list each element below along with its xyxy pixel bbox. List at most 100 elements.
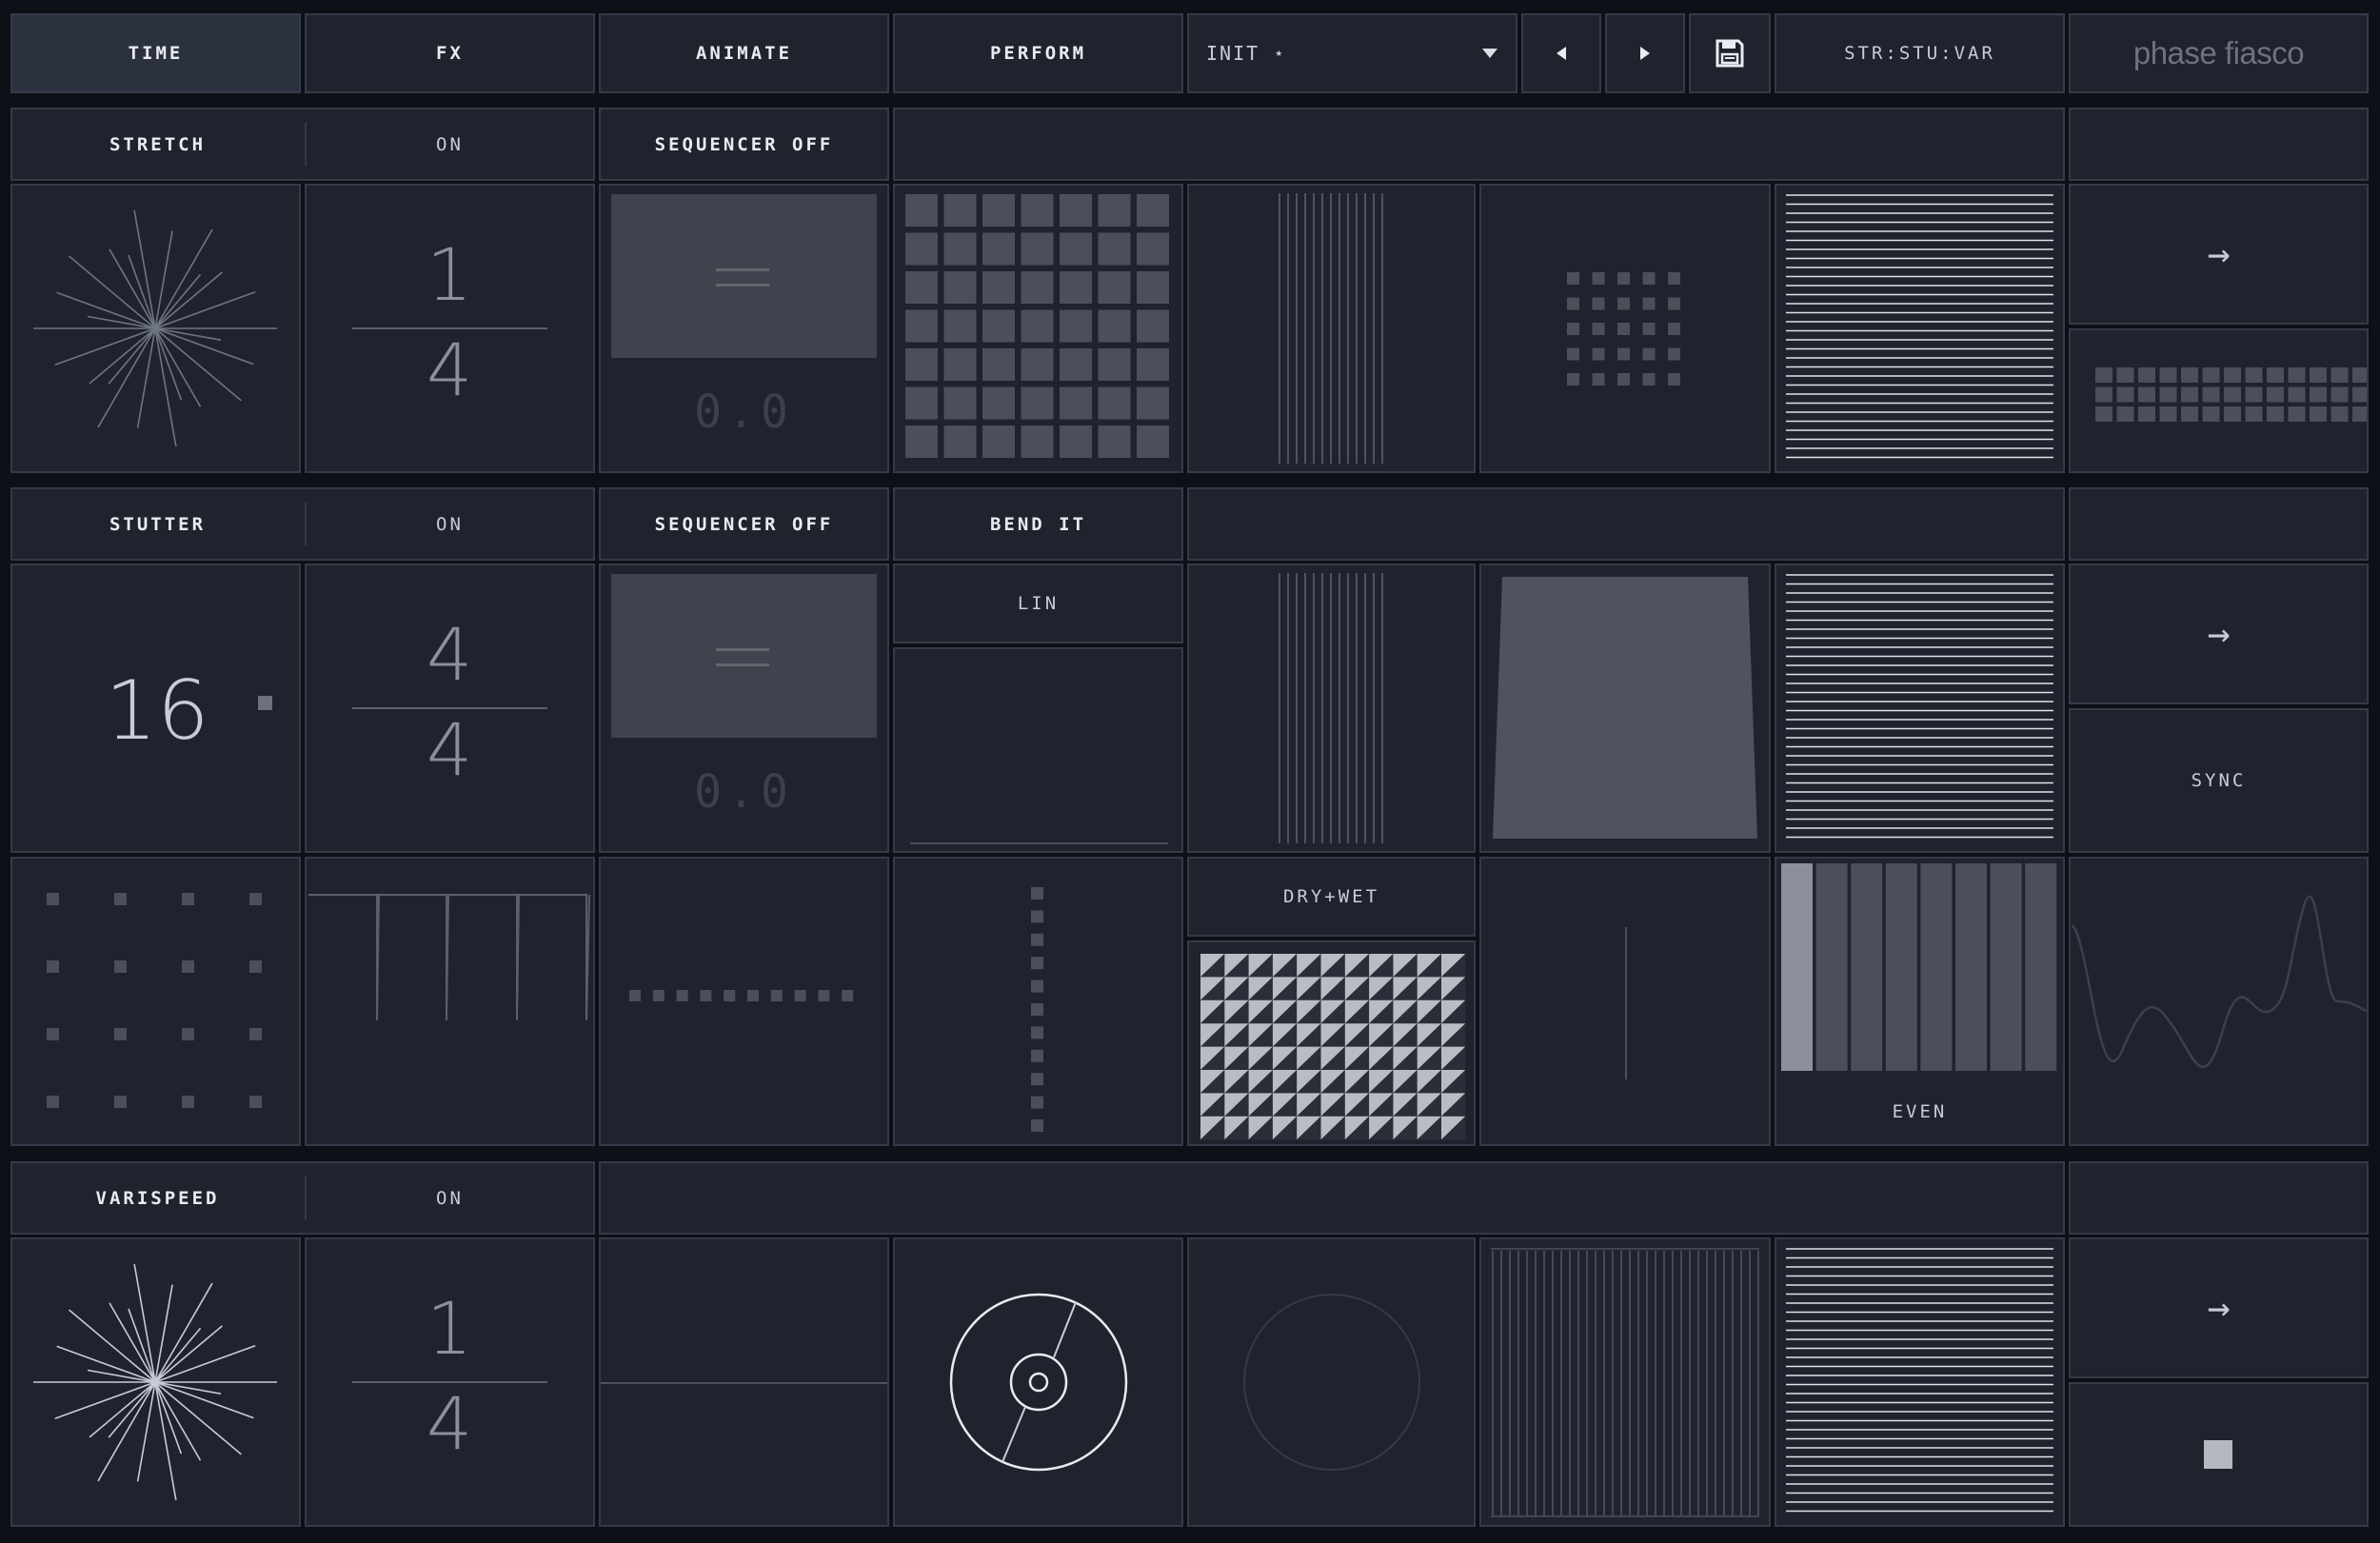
stutter-header-spacer [1187, 487, 2065, 561]
preset-name: INIT ⋆ [1206, 42, 1287, 65]
fraction-denominator: 4 [426, 707, 472, 792]
stutter-toggle[interactable]: ON [307, 489, 593, 559]
mini-step-grid [2095, 367, 2367, 422]
circle-outline-icon [1243, 1294, 1420, 1471]
seq-value-box[interactable] [611, 194, 877, 358]
varispeed-vertical-lines[interactable] [1479, 1237, 1771, 1527]
speed-line [601, 1382, 887, 1384]
stretch-fraction[interactable]: 1 4 [305, 184, 595, 473]
curve-line [910, 842, 1168, 844]
horizontal-lines-visual [1786, 194, 2053, 459]
varispeed-horizontal-lines[interactable] [1775, 1237, 2065, 1527]
stretch-sequencer-pad[interactable]: 0.0 [599, 184, 889, 473]
fraction-display: 1 4 [352, 232, 547, 412]
stutter-label: STUTTER [109, 513, 207, 535]
envelope-wave [308, 894, 590, 1021]
equals-line [716, 663, 769, 666]
horizontal-lines-visual [1786, 574, 2053, 839]
stutter-header: STUTTER ON [10, 487, 595, 561]
tab-time[interactable]: TIME [10, 13, 301, 93]
stutter-header-end [2069, 487, 2369, 561]
varispeed-line[interactable] [599, 1237, 889, 1527]
bend-curve-display[interactable] [893, 647, 1183, 853]
dry-wet-pattern[interactable] [1187, 940, 1476, 1146]
stutter-sequencer-button[interactable]: SEQUENCER OFF [599, 487, 889, 561]
fraction-numerator: 4 [426, 612, 472, 697]
stretch-horizontal-lines[interactable] [1775, 184, 2065, 473]
count-display: 16 [105, 663, 272, 759]
stutter-horizontal-lines[interactable] [1775, 564, 2065, 853]
stretch-arrow-button[interactable]: → [2069, 184, 2369, 325]
sync-button[interactable]: SYNC [2069, 708, 2369, 853]
varispeed-fraction[interactable]: 1 4 [305, 1237, 595, 1527]
fraction-denominator: 4 [426, 327, 472, 412]
count-value: 16 [105, 663, 208, 759]
horizontal-dot-row [629, 990, 854, 1001]
mode-readout[interactable]: STR:STU:VAR [1775, 13, 2065, 93]
stretch-toggle[interactable]: ON [307, 109, 593, 179]
horizontal-lines-visual [1786, 1248, 2053, 1513]
varispeed-toggle[interactable]: ON [307, 1163, 593, 1233]
curve-lin-button[interactable]: LIN [893, 564, 1183, 643]
preset-select[interactable]: INIT ⋆ [1187, 13, 1517, 93]
app-root: TIME FX ANIMATE PERFORM INIT ⋆ STR:STU:V… [0, 0, 2380, 1543]
varispeed-label: VARISPEED [95, 1187, 220, 1209]
step-grid [905, 194, 1169, 458]
stretch-sequencer-button[interactable]: SEQUENCER OFF [599, 108, 889, 181]
stutter-count[interactable]: 16 [10, 564, 301, 853]
stutter-even-bars[interactable]: EVEN [1775, 857, 2065, 1146]
fraction-display: 4 4 [352, 612, 547, 792]
stutter-vertical-dots[interactable] [893, 857, 1183, 1146]
arrow-right-icon: → [2207, 612, 2231, 656]
varispeed-stop-button[interactable] [2069, 1382, 2369, 1527]
next-preset-button[interactable] [1605, 13, 1685, 93]
triangle-right-icon [1640, 47, 1650, 60]
stutter-dot-grid[interactable] [10, 857, 301, 1146]
fraction-numerator: 1 [426, 1286, 472, 1371]
stretch-radial-dial[interactable] [10, 184, 301, 473]
stutter-horizontal-dots[interactable] [599, 857, 889, 1146]
stretch-vertical-lines[interactable] [1187, 184, 1476, 473]
stretch-dot-matrix[interactable] [1479, 184, 1771, 473]
vertical-dot-column [1031, 887, 1043, 1132]
bar-meter [1781, 863, 2057, 1071]
stutter-sequencer-pad[interactable]: 0.0 [599, 564, 889, 853]
vertical-lines-visual [1279, 573, 1383, 843]
stretch-header-end [2069, 108, 2369, 181]
vinyl-record-icon [949, 1293, 1128, 1472]
seq-value-box[interactable] [611, 574, 877, 738]
stretch-header: STRETCH ON [10, 108, 595, 181]
save-button[interactable] [1689, 13, 1771, 93]
tab-animate[interactable]: ANIMATE [599, 13, 889, 93]
vertical-lines-visual [1279, 193, 1383, 464]
stutter-single-line[interactable] [1479, 857, 1771, 1146]
varispeed-radial-dial[interactable] [10, 1237, 301, 1527]
prev-preset-button[interactable] [1521, 13, 1601, 93]
triangle-pattern [1200, 954, 1466, 1140]
varispeed-circle[interactable] [1187, 1237, 1476, 1527]
fraction-numerator: 1 [426, 232, 472, 317]
triangle-left-icon [1557, 47, 1566, 60]
varispeed-record[interactable] [893, 1237, 1183, 1527]
varispeed-header-spacer [599, 1161, 2065, 1235]
waveform-visual [2071, 895, 2367, 1069]
fraction-display: 1 4 [352, 1286, 547, 1466]
stutter-arrow-button[interactable]: → [2069, 564, 2369, 704]
varispeed-header-end [2069, 1161, 2369, 1235]
stutter-vertical-lines[interactable] [1187, 564, 1476, 853]
vertical-lines-visual [1491, 1248, 1759, 1517]
tab-fx[interactable]: FX [305, 13, 595, 93]
stretch-mini-grid[interactable] [2069, 328, 2369, 473]
tab-perform[interactable]: PERFORM [893, 13, 1183, 93]
stutter-waveform[interactable] [2069, 857, 2369, 1146]
arrow-right-icon: → [2207, 232, 2231, 276]
equals-line [716, 284, 769, 287]
stutter-trapezoid[interactable] [1479, 564, 1771, 853]
stutter-envelope[interactable] [305, 857, 595, 1146]
stutter-fraction[interactable]: 4 4 [305, 564, 595, 853]
varispeed-arrow-button[interactable]: → [2069, 1237, 2369, 1378]
dry-wet-button[interactable]: DRY+WET [1187, 857, 1476, 937]
arrow-right-icon: → [2207, 1286, 2231, 1330]
stretch-step-grid[interactable] [893, 184, 1183, 473]
bend-it-button[interactable]: BEND IT [893, 487, 1183, 561]
